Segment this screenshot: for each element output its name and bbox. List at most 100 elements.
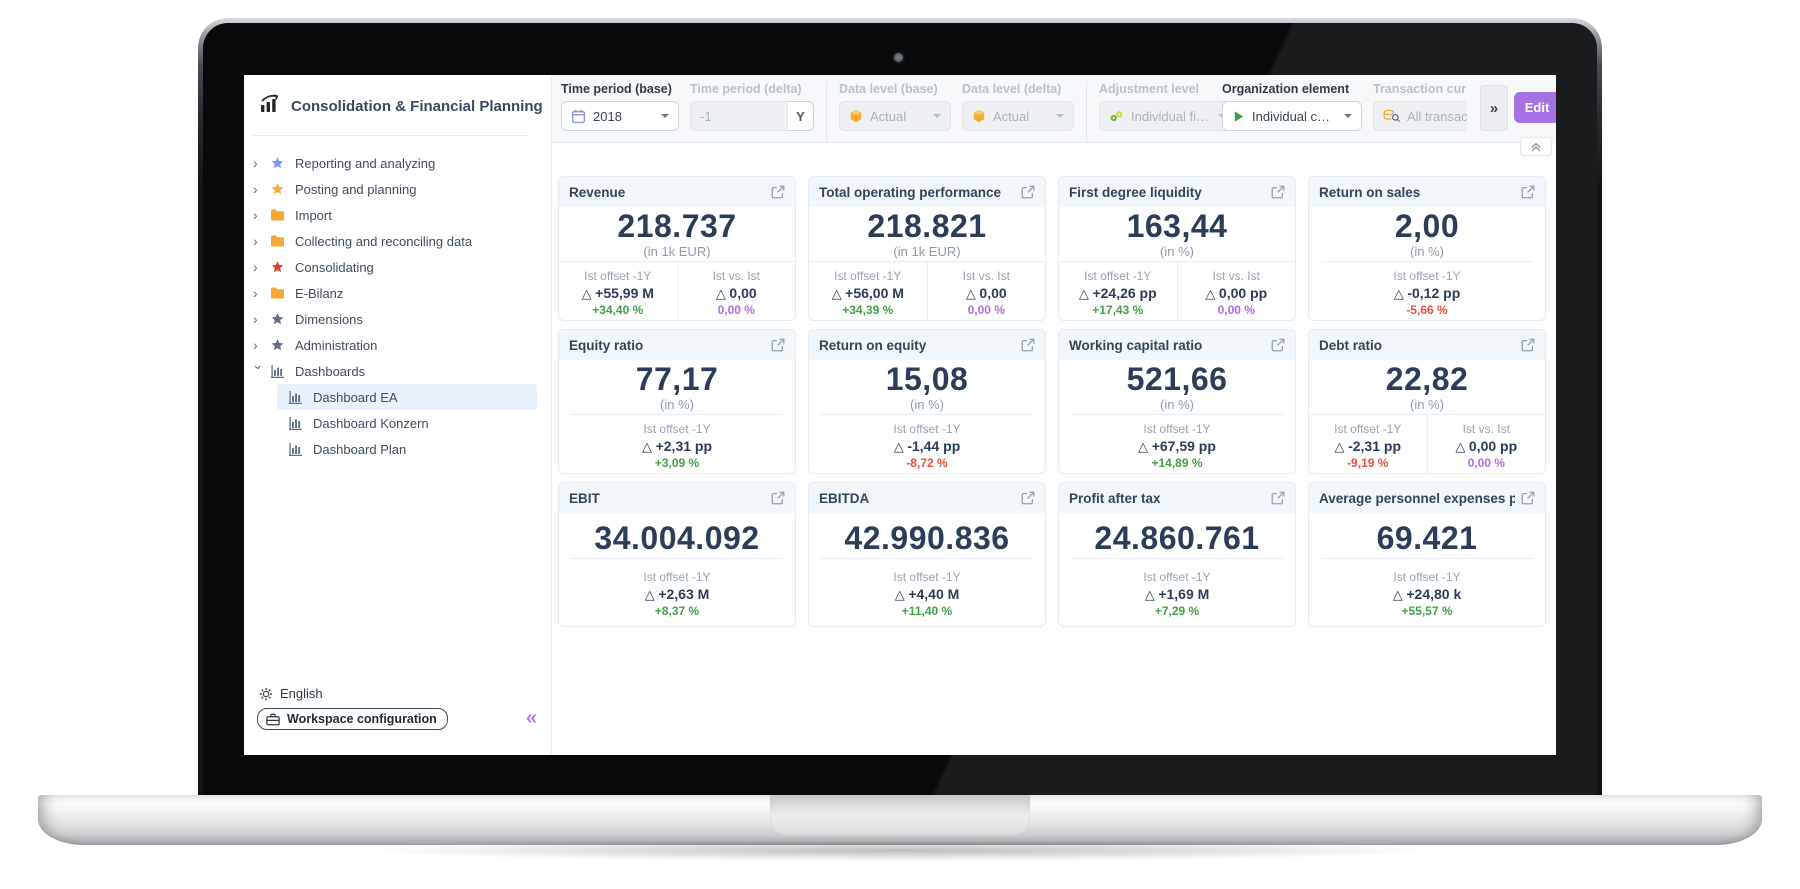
delta-icon: △: [644, 587, 659, 602]
chevron-right-icon[interactable]: ›: [253, 286, 270, 300]
kpi-delta-section: Ist offset -1Y △ +24,80 k +55,57 %: [1321, 558, 1533, 626]
delta-percent: +11,40 %: [901, 604, 953, 618]
more-filters-button[interactable]: »: [1480, 85, 1508, 131]
sidebar-collapse-button[interactable]: «: [526, 708, 537, 728]
delta-value: -1,44 pp: [907, 438, 961, 454]
open-in-new-icon[interactable]: [771, 338, 785, 352]
field-label: Organization element: [1222, 82, 1350, 96]
kpi-card: First degree liquidity 163,44 (in %) Ist…: [1058, 176, 1296, 321]
star-icon: [270, 338, 285, 353]
sidebar-item-label: Administration: [295, 337, 378, 353]
delta-column: Ist offset -1Y △ +2,31 pp +3,09 %: [571, 415, 783, 473]
delta-label: Ist offset -1Y: [643, 422, 711, 436]
delta-percent: +34,39 %: [842, 303, 894, 317]
collapse-toolbar-button[interactable]: [1520, 137, 1552, 156]
delta-percent: +8,37 %: [654, 604, 700, 618]
open-in-new-icon[interactable]: [1271, 491, 1285, 505]
open-in-new-icon[interactable]: [1521, 338, 1535, 352]
delta-icon: △: [1392, 587, 1407, 602]
delta-percent: 0,00 %: [1217, 303, 1255, 317]
delta-icon: △: [1455, 439, 1469, 454]
open-in-new-icon[interactable]: [1021, 185, 1035, 199]
unit-toggle-button[interactable]: Y: [788, 101, 814, 131]
delta-icon: △: [1334, 439, 1349, 454]
chevron-right-icon[interactable]: ›: [253, 338, 270, 352]
delta-label: Ist offset -1Y: [1393, 269, 1461, 283]
kpi-delta-section: Ist offset -1Y △ +2,31 pp +3,09 %: [571, 414, 783, 473]
workspace-configuration-button[interactable]: Workspace configuration: [257, 708, 448, 730]
open-in-new-icon[interactable]: [1021, 491, 1035, 505]
kpi-value: 42.990.836: [844, 520, 1010, 556]
delta-label: Ist offset -1Y: [893, 570, 961, 584]
language-selector[interactable]: English: [259, 686, 323, 701]
kpi-unit: (in %): [1160, 244, 1194, 260]
delta-label: Ist vs. Ist: [712, 269, 760, 283]
field-dropdown[interactable]: Individual c…: [1222, 101, 1362, 131]
delta-icon: △: [893, 439, 908, 454]
sidebar-item[interactable]: › Posting and planning: [244, 176, 551, 202]
kpi-card: Revenue 218.737 (in 1k EUR) Ist offset -…: [558, 176, 796, 321]
delta-column: Ist offset -1Y △ +56,00 M +34,39 %: [809, 262, 927, 320]
chevron-down-icon[interactable]: ›: [251, 365, 267, 382]
sidebar-item[interactable]: › Dimensions: [244, 306, 551, 332]
sidebar-item-label: Collecting and reconciling data: [295, 233, 473, 249]
field-dropdown[interactable]: Individual fi…: [1099, 101, 1237, 131]
open-in-new-icon[interactable]: [1521, 491, 1535, 505]
field-dropdown[interactable]: Actual: [839, 101, 951, 131]
delta-column: Ist offset -1Y △ -1,44 pp -8,72 %: [821, 415, 1033, 473]
edit-button[interactable]: Edit: [1514, 92, 1556, 123]
kpi-value: 34.004.092: [594, 520, 760, 556]
sidebar-item[interactable]: › Consolidating: [244, 254, 551, 280]
sidebar-item-label: Import: [295, 207, 332, 223]
open-in-new-icon[interactable]: [1271, 338, 1285, 352]
field-value: 2018: [593, 108, 622, 124]
kpi-value: 22,82: [1385, 361, 1469, 397]
field-value: Actual: [870, 108, 907, 124]
gear-icon: [259, 687, 273, 701]
delta-column: Ist vs. Ist △ 0,00 0,00 %: [926, 262, 1046, 320]
chevron-right-icon[interactable]: ›: [253, 312, 270, 326]
field-dropdown[interactable]: -1: [690, 101, 788, 131]
chevron-down-icon: [1344, 114, 1352, 118]
kpi-card-title: Debt ratio: [1319, 337, 1383, 353]
kpi-card: Profit after tax 24.860.761 Ist offset -…: [1058, 482, 1296, 627]
sidebar-item-label: Consolidating: [295, 259, 374, 275]
sidebar-item[interactable]: › Collecting and reconciling data: [244, 228, 551, 254]
dashboard-icon: [288, 442, 303, 457]
kpi-delta-section: Ist offset -1Y △ +56,00 M +34,39 % Ist v…: [809, 261, 1045, 320]
open-in-new-icon[interactable]: [771, 185, 785, 199]
sidebar-item[interactable]: › Dashboards: [244, 358, 551, 384]
sidebar-item[interactable]: Dashboard Plan: [277, 436, 537, 462]
kpi-card-title: Working capital ratio: [1069, 337, 1203, 353]
open-in-new-icon[interactable]: [1521, 185, 1535, 199]
chevron-right-icon[interactable]: ›: [253, 260, 270, 274]
field-value: -1: [700, 108, 712, 124]
chevron-right-icon[interactable]: ›: [253, 182, 270, 196]
field-dropdown[interactable]: 2018: [561, 101, 679, 131]
laptop-lid-notch: [770, 795, 1030, 837]
chevron-right-icon[interactable]: ›: [253, 156, 270, 170]
delta-label: Ist vs. Ist: [1462, 422, 1510, 436]
sidebar-item[interactable]: Dashboard EA: [277, 384, 537, 410]
field-dropdown[interactable]: All transac: [1373, 101, 1467, 131]
kpi-delta-section: Ist offset -1Y △ +1,69 M +7,29 %: [1071, 558, 1283, 626]
open-in-new-icon[interactable]: [1271, 185, 1285, 199]
delta-icon: △: [1078, 286, 1093, 301]
kpi-value: 218.821: [867, 208, 987, 244]
field-dropdown[interactable]: Actual: [962, 101, 1074, 131]
sidebar-item[interactable]: › Import: [244, 202, 551, 228]
kpi-card: Total operating performance 218.821 (in …: [808, 176, 1046, 321]
sidebar-item[interactable]: › Administration: [244, 332, 551, 358]
sidebar-item[interactable]: › Reporting and analyzing: [244, 150, 551, 176]
dashboard-grid: Revenue 218.737 (in 1k EUR) Ist offset -…: [558, 176, 1546, 627]
sidebar-item[interactable]: Dashboard Konzern: [277, 410, 537, 436]
delta-label: Ist offset -1Y: [584, 269, 652, 283]
cube-icon: [972, 109, 986, 123]
kpi-delta-section: Ist offset -1Y △ -1,44 pp -8,72 %: [821, 414, 1033, 473]
open-in-new-icon[interactable]: [771, 491, 785, 505]
open-in-new-icon[interactable]: [1021, 338, 1035, 352]
chevron-right-icon[interactable]: ›: [253, 234, 270, 248]
chevron-right-icon[interactable]: ›: [253, 208, 270, 222]
language-label: English: [280, 686, 323, 701]
sidebar-item[interactable]: › E-Bilanz: [244, 280, 551, 306]
